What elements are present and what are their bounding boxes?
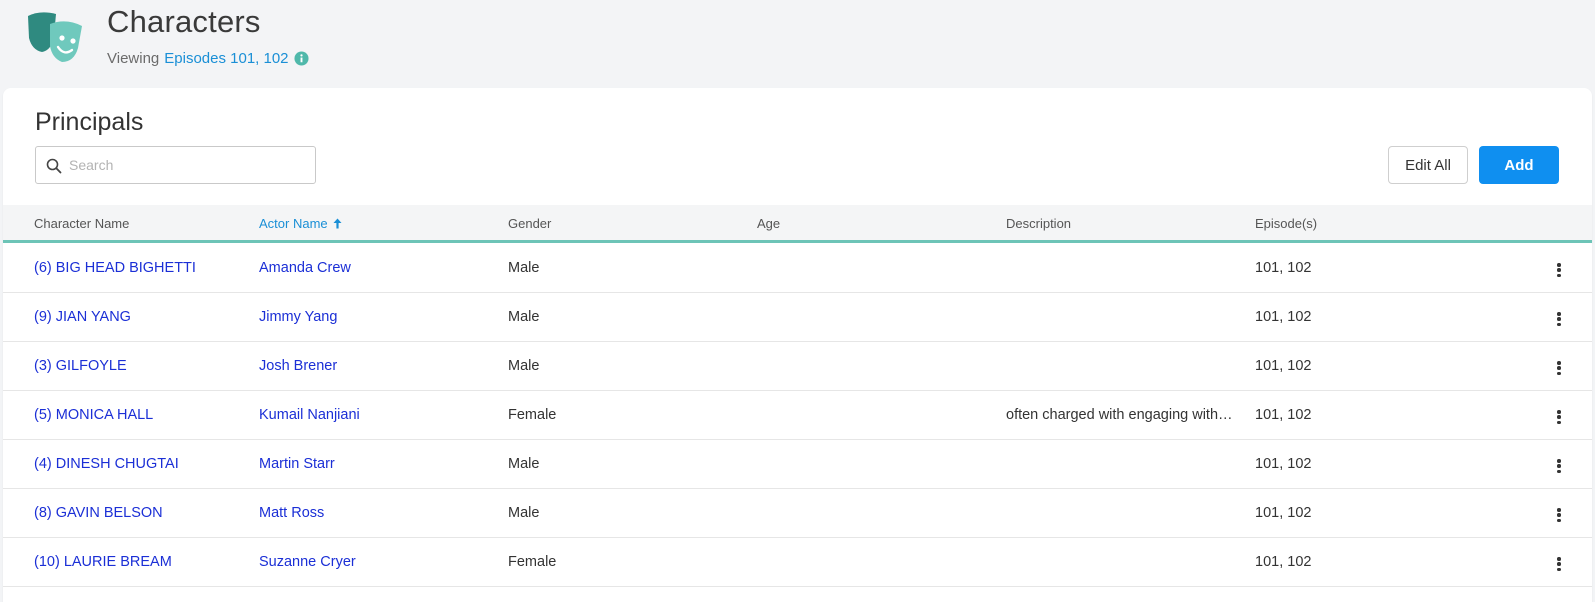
- actor-name-link[interactable]: Kumail Nanjiani: [259, 407, 360, 423]
- episodes-cell: 101, 102: [1255, 407, 1312, 423]
- column-header-age[interactable]: Age: [757, 216, 780, 231]
- page-header: Characters Viewing Episodes 101, 102: [0, 0, 1595, 88]
- episodes-cell: 101, 102: [1255, 456, 1312, 472]
- table-row: (3) GILFOYLE Josh Brener Male 101, 102: [3, 341, 1592, 391]
- column-header-actor-name-label: Actor Name: [259, 216, 328, 231]
- page-title: Characters: [107, 4, 261, 39]
- more-options-icon[interactable]: [1551, 408, 1567, 426]
- actor-name-link[interactable]: Josh Brener: [259, 358, 337, 374]
- character-name-link[interactable]: (4) DINESH CHUGTAI: [34, 456, 179, 472]
- more-options-icon[interactable]: [1551, 359, 1567, 377]
- gender-cell: Male: [508, 309, 540, 325]
- actor-name-link[interactable]: Matt Ross: [259, 505, 324, 521]
- episodes-cell: 101, 102: [1255, 554, 1312, 570]
- table-row: (6) BIG HEAD BIGHETTI Amanda Crew Male 1…: [3, 243, 1592, 293]
- character-name-link[interactable]: (8) GAVIN BELSON: [34, 505, 163, 521]
- table-row: (9) JIAN YANG Jimmy Yang Male 101, 102: [3, 292, 1592, 342]
- gender-cell: Female: [508, 554, 557, 570]
- principals-card: Principals Edit All Add Character Name A…: [3, 88, 1592, 602]
- column-header-description[interactable]: Description: [1006, 216, 1071, 231]
- search-input[interactable]: [69, 147, 309, 183]
- actor-name-link[interactable]: Martin Starr: [259, 456, 335, 472]
- actor-name-link[interactable]: Jimmy Yang: [259, 309, 337, 325]
- table-row: (4) DINESH CHUGTAI Martin Starr Male 101…: [3, 439, 1592, 489]
- actor-name-link[interactable]: Suzanne Cryer: [259, 554, 356, 570]
- column-header-character-name[interactable]: Character Name: [34, 216, 129, 231]
- more-options-icon[interactable]: [1551, 261, 1567, 279]
- viewing-info: Viewing Episodes 101, 102: [107, 50, 309, 67]
- table-header: Character Name Actor Name Gender Age Des…: [3, 205, 1592, 243]
- add-button[interactable]: Add: [1479, 146, 1559, 184]
- episodes-cell: 101, 102: [1255, 309, 1312, 325]
- column-header-episodes[interactable]: Episode(s): [1255, 216, 1317, 231]
- table-row: (10) LAURIE BREAM Suzanne Cryer Female 1…: [3, 537, 1592, 587]
- character-name-link[interactable]: (9) JIAN YANG: [34, 309, 131, 325]
- theater-masks-icon: [28, 12, 82, 62]
- character-name-link[interactable]: (10) LAURIE BREAM: [34, 554, 172, 570]
- column-header-gender[interactable]: Gender: [508, 216, 551, 231]
- gender-cell: Male: [508, 505, 540, 521]
- more-options-icon[interactable]: [1551, 457, 1567, 475]
- description-cell: often charged with engaging with…: [1006, 407, 1233, 423]
- character-name-link[interactable]: (3) GILFOYLE: [34, 358, 127, 374]
- gender-cell: Female: [508, 407, 557, 423]
- search-box: [35, 146, 316, 184]
- episodes-cell: 101, 102: [1255, 505, 1312, 521]
- gender-cell: Male: [508, 358, 540, 374]
- more-options-icon[interactable]: [1551, 506, 1567, 524]
- character-name-link[interactable]: (6) BIG HEAD BIGHETTI: [34, 260, 196, 276]
- search-icon: [46, 158, 62, 174]
- table-row: (5) MONICA HALL Kumail Nanjiani Female o…: [3, 390, 1592, 440]
- actor-name-link[interactable]: Amanda Crew: [259, 260, 351, 276]
- character-name-link[interactable]: (5) MONICA HALL: [34, 407, 153, 423]
- episodes-cell: 101, 102: [1255, 260, 1312, 276]
- episodes-cell: 101, 102: [1255, 358, 1312, 374]
- edit-all-button[interactable]: Edit All: [1388, 146, 1468, 184]
- episodes-link[interactable]: Episodes 101, 102: [164, 50, 288, 67]
- sort-ascending-icon: [333, 218, 342, 229]
- table-row: (8) GAVIN BELSON Matt Ross Male 101, 102: [3, 488, 1592, 538]
- info-icon[interactable]: [294, 51, 309, 66]
- more-options-icon[interactable]: [1551, 310, 1567, 328]
- more-options-icon[interactable]: [1551, 555, 1567, 573]
- section-title: Principals: [35, 108, 144, 136]
- column-header-actor-name[interactable]: Actor Name: [259, 216, 342, 231]
- gender-cell: Male: [508, 260, 540, 276]
- viewing-label: Viewing: [107, 50, 160, 67]
- gender-cell: Male: [508, 456, 540, 472]
